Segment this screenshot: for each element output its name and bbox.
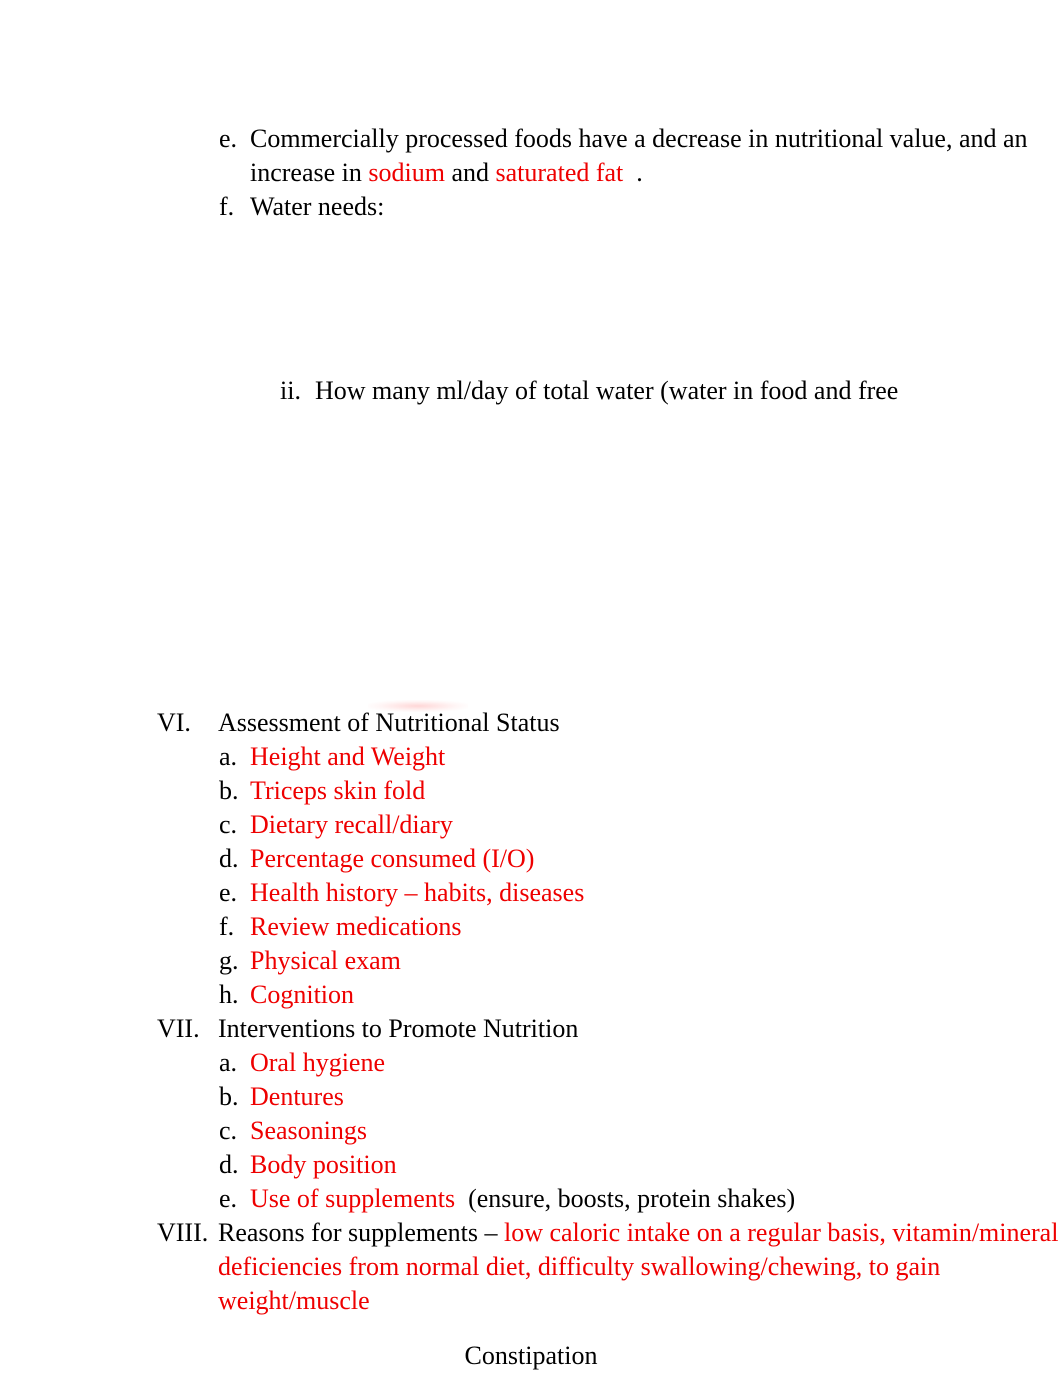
list-item-vi-b: b. Triceps skin fold [0, 774, 1062, 808]
list-marker: d. [219, 844, 239, 873]
list-item-vi-e: e. Health history – habits, diseases [0, 876, 1062, 910]
main-outline-block: VI. Assessment of Nutritional Status a. … [0, 706, 1062, 1318]
list-item-vii-c: c. Seasonings [0, 1114, 1062, 1148]
list-marker: f. [219, 192, 235, 221]
list-marker: a. [219, 742, 238, 771]
list-marker: c. [219, 1116, 238, 1145]
text-run: Reasons for supplements – [218, 1218, 504, 1247]
roman-marker: VI. [157, 708, 191, 737]
list-item-vi-c: c. Dietary recall/diary [0, 808, 1062, 842]
list-item-vii-d: d. Body position [0, 1148, 1062, 1182]
list-marker: g. [219, 946, 239, 975]
list-marker: d. [219, 1150, 239, 1179]
list-item-vi-f: f. Review medications [0, 910, 1062, 944]
list-item-vi-a: a. Height and Weight [0, 740, 1062, 774]
list-item-vi-g: g. Physical exam [0, 944, 1062, 978]
list-item-text: Cognition [250, 980, 355, 1009]
text-run-highlight-supplements: Use of supplements [250, 1184, 456, 1213]
text-run: . [623, 158, 643, 187]
list-item-text: Water needs: [250, 192, 385, 221]
list-marker: b. [219, 776, 239, 805]
section-title: Assessment of Nutritional Status [218, 708, 560, 737]
outline-section-viii: VIII. Reasons for supplements – low calo… [0, 1216, 1062, 1318]
list-marker: c. [219, 810, 238, 839]
list-item-text: Seasonings [250, 1116, 367, 1145]
list-marker: ii. [280, 376, 301, 405]
list-item-text: Dentures [250, 1082, 344, 1111]
top-list-block: e. Commercially processed foods have a d… [0, 122, 1062, 224]
list-marker: e. [219, 124, 238, 153]
list-marker: f. [219, 912, 235, 941]
list-item-ii-total-water: ii. How many ml/day of total water (wate… [0, 374, 1062, 408]
list-item-text: Health history – habits, diseases [250, 878, 585, 907]
outline-section-vii: VII. Interventions to Promote Nutrition [0, 1012, 1062, 1046]
text-run: and [444, 158, 496, 187]
list-item-vii-e: e. Use of supplements (ensure, boosts, p… [0, 1182, 1062, 1216]
list-item-text: Physical exam [250, 946, 401, 975]
text-run-highlight-sodium: sodium [368, 158, 445, 187]
list-marker: h. [219, 980, 239, 1009]
outline-section-vi: VI. Assessment of Nutritional Status [0, 706, 1062, 740]
list-item-e-processed-foods: e. Commercially processed foods have a d… [0, 122, 1062, 190]
list-item-f-water-needs: f. Water needs: [0, 190, 1062, 224]
list-item-text: How many ml/day of total water (water in… [315, 376, 899, 405]
list-item-text: Percentage consumed (I/O) [250, 844, 535, 873]
sub-question-block: ii. How many ml/day of total water (wate… [0, 374, 1062, 408]
section-text: Reasons for supplements – low caloric in… [218, 1218, 1062, 1315]
list-item-text: Use of supplements (ensure, boosts, prot… [250, 1184, 795, 1213]
list-item-text: Dietary recall/diary [250, 810, 453, 839]
list-marker: b. [219, 1082, 239, 1111]
page-footer: Constipation [0, 1340, 1062, 1372]
section-title: Interventions to Promote Nutrition [218, 1014, 579, 1043]
list-item-text: Triceps skin fold [250, 776, 426, 805]
document-page: e. Commercially processed foods have a d… [0, 0, 1062, 1376]
list-item-vii-b: b. Dentures [0, 1080, 1062, 1114]
list-item-vi-d: d. Percentage consumed (I/O) [0, 842, 1062, 876]
list-marker: a. [219, 1048, 238, 1077]
list-item-text: Review medications [250, 912, 462, 941]
list-item-text: Body position [250, 1150, 397, 1179]
text-run: (ensure, boosts, protein shakes) [455, 1184, 796, 1213]
roman-marker: VII. [157, 1014, 200, 1043]
text-run-highlight-saturated-fat: saturated fat [495, 158, 624, 187]
footer-text: Constipation [464, 1341, 598, 1370]
list-item-vi-h: h. Cognition [0, 978, 1062, 1012]
roman-marker: VIII. [157, 1218, 209, 1247]
list-item-text: Oral hygiene [250, 1048, 386, 1077]
list-item-text: Height and Weight [250, 742, 446, 771]
list-item-text: Commercially processed foods have a decr… [250, 124, 1034, 187]
list-marker: e. [219, 878, 238, 907]
list-item-vii-a: a. Oral hygiene [0, 1046, 1062, 1080]
list-marker: e. [219, 1184, 238, 1213]
